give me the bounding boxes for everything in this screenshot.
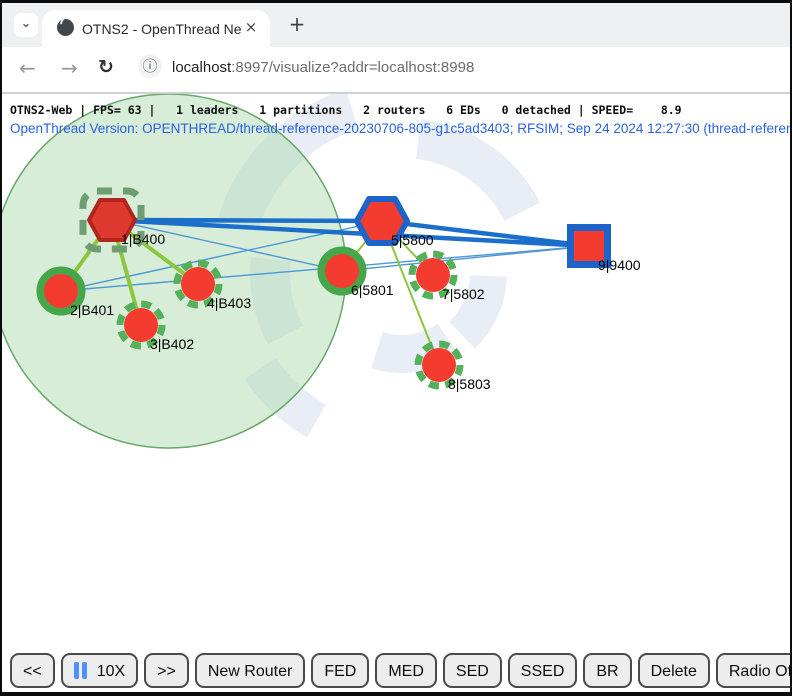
toolbar-button-med[interactable]: MED [375, 653, 437, 688]
toolbar-button-label: New Router [208, 663, 292, 680]
tab-search-chevron-icon[interactable]: ⌄ [14, 13, 38, 37]
toolbar-button-label: SSED [521, 663, 565, 680]
toolbar-button-label: Radio Off [729, 663, 792, 680]
back-icon[interactable]: ← [19, 56, 36, 80]
simulation-toolbar: << 10X >> New Router FED MED SED SSED BR Delete Ra… [10, 653, 792, 689]
node-label: 5|5800 [391, 232, 434, 248]
toolbar-button-label: BR [596, 663, 618, 680]
node-6[interactable]: 6|5801 [322, 251, 394, 298]
node-label: 2|B401 [70, 302, 114, 318]
toolbar-button-sed[interactable]: SED [443, 653, 502, 688]
forward-icon[interactable]: → [61, 56, 78, 80]
toolbar-button-label: SED [456, 663, 489, 680]
url-host: localhost [172, 59, 231, 76]
toolbar-button-label: FED [324, 663, 356, 680]
new-tab-button[interactable]: + [285, 13, 309, 37]
node-label: 6|5801 [351, 282, 394, 298]
toolbar-button-new-router[interactable]: New Router [195, 653, 305, 688]
node-label: 7|5802 [442, 286, 485, 302]
toolbar-button-br[interactable]: BR [583, 653, 631, 688]
toolbar-button-label: MED [388, 663, 424, 680]
toolbar-button-label: Delete [651, 663, 697, 680]
node-label: 3|B402 [150, 336, 194, 352]
url-path: :8997/visualize?addr=localhost:8998 [231, 59, 474, 76]
node-label: 1|B400 [121, 231, 165, 247]
browser-window: ⌄ OTNS2 - OpenThread Network Simulator ×… [0, 0, 792, 696]
toolbar-button-ssed[interactable]: SSED [508, 653, 578, 688]
link-thin-6-9 [342, 246, 589, 271]
node-5[interactable]: 5|5800 [357, 199, 434, 248]
node-label: 8|5803 [448, 376, 491, 392]
pause-icon [74, 662, 90, 687]
network-topology: 1|B400 2|B401 3|B402 4|B403 5|5800 6|5801 7|58… [2, 94, 790, 695]
browser-tab[interactable]: OTNS2 - OpenThread Network Simulator × [42, 10, 270, 47]
toolbar-button-speed[interactable]: 10X [61, 653, 138, 688]
toolbar-button-label: << [23, 663, 42, 680]
toolbar-button-radio-off[interactable]: Radio Off [716, 653, 792, 688]
simulation-canvas[interactable]: 1|B400 2|B401 3|B402 4|B403 5|5800 6|5801 7|58… [2, 94, 790, 695]
globe-favicon-icon [57, 19, 74, 36]
node-label: 9|9400 [598, 257, 641, 273]
reload-icon[interactable]: ↻ [98, 56, 114, 78]
tab-title: OTNS2 - OpenThread Network Simulator [82, 21, 242, 39]
navigation-bar: ← → ↻ ⓘ localhost:8997/visualize?addr=lo… [2, 47, 790, 92]
site-info-icon[interactable]: ⓘ [138, 54, 162, 78]
toolbar-button-step-fwd[interactable]: >> [144, 653, 189, 688]
status-line: OTNS2-Web | FPS= 63 | 1 leaders 1 partit… [10, 103, 682, 117]
version-line: OpenThread Version: OPENTHREAD/thread-re… [10, 121, 790, 136]
toolbar-button-label: 10X [97, 663, 125, 680]
toolbar-button-fed[interactable]: FED [311, 653, 369, 688]
toolbar-button-step-back[interactable]: << [10, 653, 55, 688]
node-label: 4|B403 [207, 295, 251, 311]
address-bar[interactable]: localhost:8997/visualize?addr=localhost:… [172, 59, 474, 76]
toolbar-button-delete[interactable]: Delete [638, 653, 710, 688]
tab-strip: ⌄ OTNS2 - OpenThread Network Simulator ×… [2, 3, 790, 47]
node-9[interactable]: 9|9400 [567, 224, 641, 273]
toolbar-button-label: >> [157, 663, 176, 680]
tab-close-icon[interactable]: × [242, 19, 260, 37]
